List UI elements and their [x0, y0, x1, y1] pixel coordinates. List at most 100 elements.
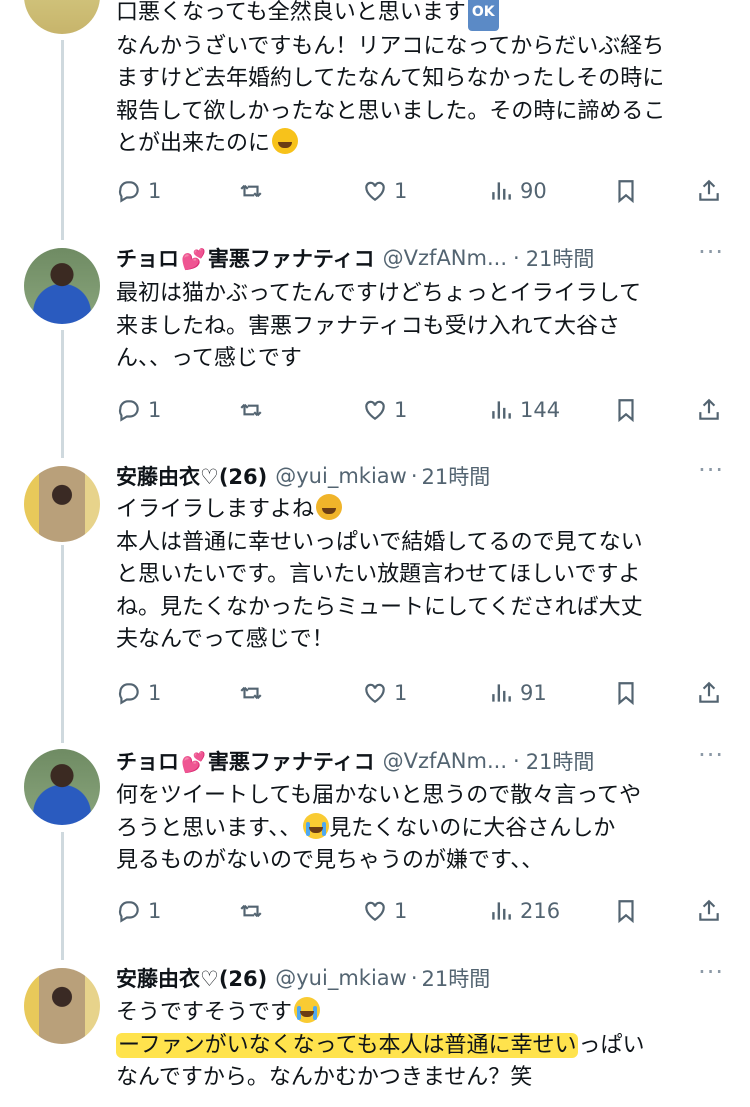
separator: · [410, 464, 418, 488]
like-count: 1 [394, 681, 408, 705]
reply-icon [118, 901, 139, 923]
tweet-actions: 1 1 91 [116, 678, 726, 708]
reply-count: 1 [148, 681, 162, 705]
retweet-icon [240, 184, 262, 198]
bookmark-button[interactable] [613, 680, 639, 706]
views-button[interactable]: 144 [488, 397, 560, 423]
thread-line [61, 545, 64, 743]
reply-icon [118, 400, 139, 422]
like-button[interactable]: 1 [362, 178, 407, 204]
avatar[interactable] [24, 248, 100, 324]
separator: · [410, 966, 418, 990]
views-icon [492, 902, 511, 920]
share-icon [699, 681, 719, 703]
heart-emoji-icon: 💕 [181, 750, 206, 774]
retweet-button[interactable] [238, 178, 264, 204]
bookmark-icon [618, 900, 634, 924]
like-button[interactable]: 1 [362, 397, 407, 423]
avatar[interactable] [24, 968, 100, 1044]
share-button[interactable] [696, 680, 722, 706]
display-name[interactable]: 安藤由衣♡(26) [116, 461, 267, 491]
reply-count: 1 [148, 398, 162, 422]
bookmark-button[interactable] [613, 898, 639, 924]
views-icon [492, 182, 511, 200]
views-button[interactable]: 90 [488, 178, 547, 204]
views-count: 91 [520, 681, 547, 705]
more-icon[interactable]: ··· [698, 958, 724, 986]
share-button[interactable] [696, 178, 722, 204]
heart-emoji-icon: 💕 [181, 247, 206, 271]
reply-count: 1 [148, 179, 162, 203]
handle[interactable]: @yui_mkiaw [275, 966, 407, 990]
timestamp[interactable]: 21時間 [422, 461, 491, 491]
share-icon [699, 398, 719, 420]
avatar[interactable] [24, 466, 100, 542]
share-button[interactable] [696, 397, 722, 423]
reply-button[interactable]: 1 [116, 397, 161, 423]
retweet-icon [240, 403, 262, 417]
like-icon [365, 181, 385, 201]
tweet-header: チョロ 💕害悪ファナティコ @VzfANm... · 21時間 ··· [116, 238, 730, 278]
reply-count: 1 [148, 899, 162, 923]
handle[interactable]: @yui_mkiaw [275, 464, 407, 488]
more-icon[interactable]: ··· [698, 741, 724, 769]
like-button[interactable]: 1 [362, 680, 407, 706]
bookmark-button[interactable] [613, 397, 639, 423]
bookmark-icon [618, 399, 634, 423]
persevering-emoji-icon [316, 494, 343, 520]
reply-button[interactable]: 1 [116, 898, 161, 924]
reply-icon [118, 181, 139, 203]
display-name[interactable]: チョロ 💕害悪ファナティコ [116, 746, 375, 776]
views-icon [492, 684, 511, 702]
more-icon[interactable]: ··· [698, 238, 724, 266]
tweet-text: そうですそうです ーファンがいなくなっても本人は普通に幸せいっぱい なんですから… [116, 997, 716, 1095]
views-button[interactable]: 216 [488, 898, 560, 924]
tweet-actions: 1 1 144 [116, 395, 726, 425]
display-name[interactable]: 安藤由衣♡(26) [116, 963, 267, 993]
share-icon [699, 899, 719, 921]
like-icon [365, 901, 385, 921]
views-button[interactable]: 91 [488, 680, 547, 706]
laughing-emoji-icon [272, 128, 299, 154]
like-button[interactable]: 1 [362, 898, 407, 924]
tweet-header: チョロ 💕害悪ファナティコ @VzfANm... · 21時間 ··· [116, 741, 730, 781]
like-icon [365, 683, 385, 703]
tweet-text: 最初は猫かぶってたんですけどちょっとイライラして 来ましたね。害悪ファナティコも… [116, 281, 642, 371]
handle[interactable]: @VzfANm... [383, 246, 507, 270]
timestamp[interactable]: 21時間 [526, 243, 595, 273]
crying-emoji-icon [294, 997, 321, 1023]
tweet-header: 安藤由衣♡(26) @yui_mkiaw · 21時間 ··· [116, 958, 730, 998]
bookmark-icon [618, 180, 634, 204]
retweet-icon [240, 686, 262, 700]
views-count: 144 [520, 398, 561, 422]
crying-emoji-icon [303, 812, 330, 839]
avatar[interactable] [24, 0, 100, 34]
timestamp[interactable]: 21時間 [422, 963, 491, 993]
tweet-text: イライラしますよね 本人は普通に幸せいっぱいで結婚してるので見てない と思いたい… [116, 494, 716, 657]
reply-button[interactable]: 1 [116, 680, 161, 706]
share-icon [699, 179, 719, 201]
retweet-button[interactable] [238, 898, 264, 924]
bookmark-icon [618, 682, 634, 706]
avatar[interactable] [24, 749, 100, 825]
tweet-text: 口悪くなっても全然良いと思います OK なんかうざいですもん！リアコになってからだ… [116, 0, 716, 161]
like-icon [365, 400, 385, 420]
reply-icon [118, 683, 139, 705]
separator: · [513, 749, 520, 773]
retweet-button[interactable] [238, 397, 264, 423]
more-icon[interactable]: ··· [698, 456, 724, 484]
bookmark-button[interactable] [613, 178, 639, 204]
retweet-button[interactable] [238, 680, 264, 706]
thread-line [61, 40, 64, 240]
share-button[interactable] [696, 898, 722, 924]
handle[interactable]: @VzfANm... [383, 749, 507, 773]
display-name[interactable]: チョロ 💕害悪ファナティコ [116, 243, 375, 273]
reply-button[interactable]: 1 [116, 178, 161, 204]
timestamp[interactable]: 21時間 [526, 746, 595, 776]
like-count: 1 [394, 398, 408, 422]
tweet-text: 何をツイートしても届かないと思うので散々言ってや ろうと思います、、 見たくないの… [116, 783, 642, 873]
thread-line [61, 832, 64, 960]
views-count: 90 [520, 179, 547, 203]
views-icon [492, 401, 511, 419]
ok-emoji-icon: OK [467, 0, 499, 31]
